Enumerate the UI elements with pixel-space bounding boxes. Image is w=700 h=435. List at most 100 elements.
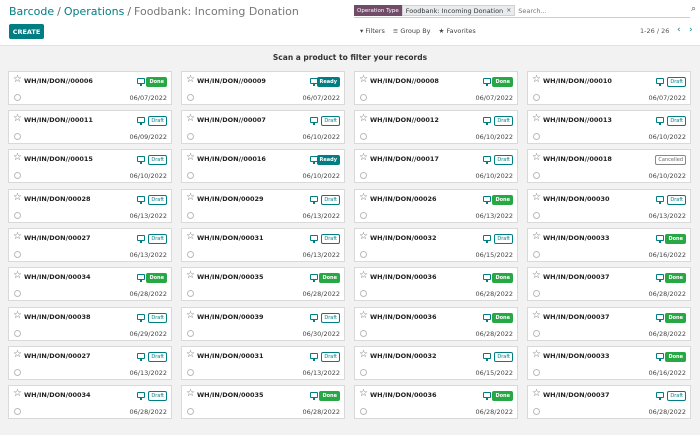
star-icon[interactable]: ☆ [186,193,195,203]
create-button[interactable]: CREATE [9,24,44,39]
star-icon[interactable]: ☆ [186,153,195,163]
activity-icon[interactable] [360,408,367,415]
star-icon[interactable]: ☆ [13,153,22,163]
activity-icon[interactable] [533,251,540,258]
activity-icon[interactable] [533,212,540,219]
activity-icon[interactable] [14,408,21,415]
kanban-card[interactable]: ☆ WH/IN/DON/00031 Draft 06/13/2022 [181,228,345,262]
activity-icon[interactable] [14,330,21,337]
activity-icon[interactable] [533,330,540,337]
kanban-card[interactable]: ☆ WH/IN/DON//00006 Done 06/07/2022 [8,71,172,105]
kanban-card[interactable]: ☆ WH/IN/DON//00013 Draft 06/10/2022 [527,110,691,144]
kanban-card[interactable]: ☆ WH/IN/DON/00031 Draft 06/13/2022 [181,346,345,380]
activity-icon[interactable] [187,330,194,337]
star-icon[interactable]: ☆ [359,75,368,85]
star-icon[interactable]: ☆ [532,232,541,242]
facet-remove-icon[interactable]: × [506,7,511,14]
activity-icon[interactable] [360,133,367,140]
kanban-card[interactable]: ☆ WH/IN/DON/00032 Draft 06/15/2022 [354,228,518,262]
favorites-button[interactable]: ★ Favorites [439,27,476,35]
activity-icon[interactable] [533,133,540,140]
kanban-card[interactable]: ☆ WH/IN/DON//00008 Done 06/07/2022 [354,71,518,105]
activity-icon[interactable] [14,369,21,376]
activity-icon[interactable] [187,94,194,101]
activity-icon[interactable] [533,172,540,179]
activity-icon[interactable] [187,290,194,297]
kanban-card[interactable]: ☆ WH/IN/DON//00007 Draft 06/10/2022 [181,110,345,144]
kanban-card[interactable]: ☆ WH/IN/DON/00036 Done 06/28/2022 [354,385,518,419]
kanban-card[interactable]: ☆ WH/IN/DON/00037 Done 06/28/2022 [527,307,691,341]
pager-previous-icon[interactable]: ‹ [677,25,681,35]
activity-icon[interactable] [533,290,540,297]
activity-icon[interactable] [360,172,367,179]
star-icon[interactable]: ☆ [359,153,368,163]
kanban-card[interactable]: ☆ WH/IN/DON//00017 Draft 06/10/2022 [354,149,518,183]
star-icon[interactable]: ☆ [186,350,195,360]
star-icon[interactable]: ☆ [13,311,22,321]
activity-icon[interactable] [360,290,367,297]
kanban-card[interactable]: ☆ WH/IN/DON/00037 Done 06/28/2022 [527,267,691,301]
star-icon[interactable]: ☆ [359,389,368,399]
activity-icon[interactable] [533,369,540,376]
kanban-card[interactable]: ☆ WH/IN/DON//00015 Draft 06/10/2022 [8,149,172,183]
activity-icon[interactable] [14,172,21,179]
star-icon[interactable]: ☆ [13,114,22,124]
kanban-card[interactable]: ☆ WH/IN/DON/00030 Draft 06/13/2022 [527,189,691,223]
star-icon[interactable]: ☆ [13,271,22,281]
activity-icon[interactable] [187,212,194,219]
star-icon[interactable]: ☆ [186,311,195,321]
star-icon[interactable]: ☆ [532,350,541,360]
star-icon[interactable]: ☆ [532,75,541,85]
star-icon[interactable]: ☆ [532,193,541,203]
kanban-card[interactable]: ☆ WH/IN/DON/00035 Done 06/28/2022 [181,267,345,301]
kanban-card[interactable]: ☆ WH/IN/DON/00034 Draft 06/28/2022 [8,385,172,419]
activity-icon[interactable] [360,330,367,337]
activity-icon[interactable] [14,133,21,140]
star-icon[interactable]: ☆ [532,153,541,163]
star-icon[interactable]: ☆ [359,311,368,321]
kanban-card[interactable]: ☆ WH/IN/DON//00016 Ready 06/10/2022 [181,149,345,183]
breadcrumb-operations[interactable]: Operations [64,5,124,18]
activity-icon[interactable] [14,94,21,101]
star-icon[interactable]: ☆ [532,114,541,124]
kanban-card[interactable]: ☆ WH/IN/DON/00036 Done 06/28/2022 [354,267,518,301]
star-icon[interactable]: ☆ [359,232,368,242]
kanban-card[interactable]: ☆ WH/IN/DON/00027 Draft 06/13/2022 [8,228,172,262]
kanban-card[interactable]: ☆ WH/IN/DON/00026 Done 06/13/2022 [354,189,518,223]
star-icon[interactable]: ☆ [13,193,22,203]
star-icon[interactable]: ☆ [13,232,22,242]
kanban-card[interactable]: ☆ WH/IN/DON/00028 Draft 06/13/2022 [8,189,172,223]
kanban-card[interactable]: ☆ WH/IN/DON/00039 Draft 06/30/2022 [181,307,345,341]
activity-icon[interactable] [187,369,194,376]
activity-icon[interactable] [187,172,194,179]
activity-icon[interactable] [187,251,194,258]
kanban-card[interactable]: ☆ WH/IN/DON/00032 Draft 06/15/2022 [354,346,518,380]
breadcrumb-barcode[interactable]: Barcode [9,5,54,18]
star-icon[interactable]: ☆ [13,350,22,360]
star-icon[interactable]: ☆ [13,389,22,399]
kanban-card[interactable]: ☆ WH/IN/DON//00009 Ready 06/07/2022 [181,71,345,105]
kanban-card[interactable]: ☆ WH/IN/DON/00034 Done 06/28/2022 [8,267,172,301]
star-icon[interactable]: ☆ [532,389,541,399]
kanban-card[interactable]: ☆ WH/IN/DON/00037 Draft 06/28/2022 [527,385,691,419]
kanban-card[interactable]: ☆ WH/IN/DON/00033 Done 06/16/2022 [527,346,691,380]
filters-button[interactable]: ▾ Filters [360,27,385,35]
activity-icon[interactable] [14,290,21,297]
kanban-card[interactable]: ☆ WH/IN/DON//00018 Cancelled 06/10/2022 [527,149,691,183]
activity-icon[interactable] [533,408,540,415]
activity-icon[interactable] [187,408,194,415]
kanban-card[interactable]: ☆ WH/IN/DON/00029 Draft 06/13/2022 [181,189,345,223]
kanban-card[interactable]: ☆ WH/IN/DON/00035 Done 06/28/2022 [181,385,345,419]
kanban-card[interactable]: ☆ WH/IN/DON/00027 Draft 06/13/2022 [8,346,172,380]
star-icon[interactable]: ☆ [13,75,22,85]
star-icon[interactable]: ☆ [186,271,195,281]
activity-icon[interactable] [533,94,540,101]
kanban-card[interactable]: ☆ WH/IN/DON/00038 Draft 06/29/2022 [8,307,172,341]
star-icon[interactable]: ☆ [532,311,541,321]
pager-value[interactable]: 1-26 / 26 [640,27,669,35]
star-icon[interactable]: ☆ [186,114,195,124]
activity-icon[interactable] [360,94,367,101]
kanban-card[interactable]: ☆ WH/IN/DON/00033 Done 06/16/2022 [527,228,691,262]
star-icon[interactable]: ☆ [359,193,368,203]
activity-icon[interactable] [187,133,194,140]
